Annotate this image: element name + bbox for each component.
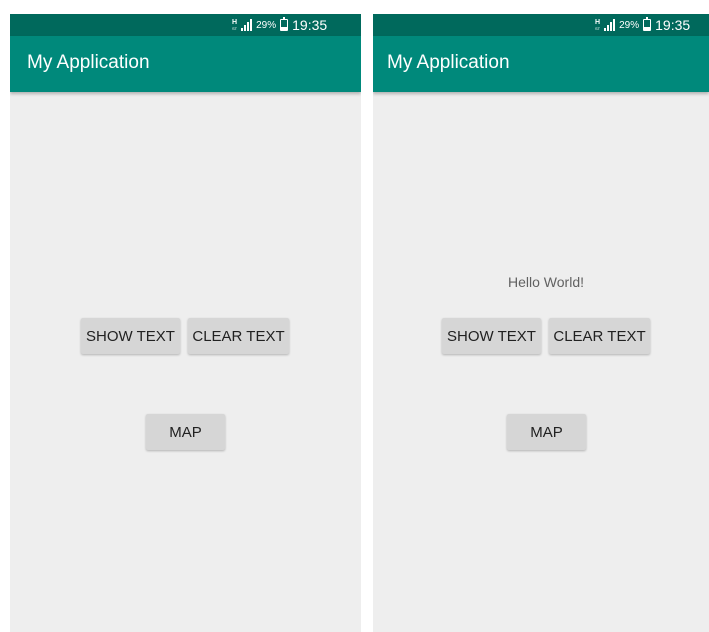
phone-screen-after: H ST 29% 19:35 My Application Hello Worl…: [373, 14, 709, 632]
clock: 19:35: [292, 17, 328, 33]
status-bar: H ST 29% 19:35: [373, 14, 709, 36]
show-text-button[interactable]: SHOW TEXT: [442, 318, 541, 354]
app-bar: My Application: [373, 36, 709, 92]
battery-percent: 29%: [619, 19, 640, 31]
map-button[interactable]: MAP: [507, 414, 586, 450]
app-title: My Application: [387, 52, 510, 73]
hello-text: Hello World!: [508, 274, 584, 290]
battery-icon: [643, 17, 652, 31]
battery-percent: 29%: [256, 19, 277, 31]
show-text-button[interactable]: SHOW TEXT: [81, 318, 180, 354]
phone-screen-before: H ST 29% 19:35 My Application SHOW TEXT …: [10, 14, 361, 632]
signal-icon: [241, 19, 253, 31]
map-button[interactable]: MAP: [146, 414, 225, 450]
app-title: My Application: [27, 52, 150, 73]
clear-text-button[interactable]: CLEAR TEXT: [549, 318, 650, 354]
signal-icon: [604, 19, 616, 31]
status-bar: H ST 29% 19:35: [10, 14, 361, 36]
status-icons: H ST 29% 19:35: [595, 14, 690, 36]
status-icons: H ST 29% 19:35: [232, 14, 327, 36]
clock: 19:35: [655, 17, 691, 33]
screenshot-stage: H ST 29% 19:35 My Application SHOW TEXT …: [0, 0, 709, 632]
network-type-icon: H ST: [232, 19, 238, 31]
network-type-icon: H ST: [595, 19, 601, 31]
battery-icon: [280, 17, 289, 31]
clear-text-button[interactable]: CLEAR TEXT: [188, 318, 289, 354]
app-bar: My Application: [10, 36, 361, 92]
